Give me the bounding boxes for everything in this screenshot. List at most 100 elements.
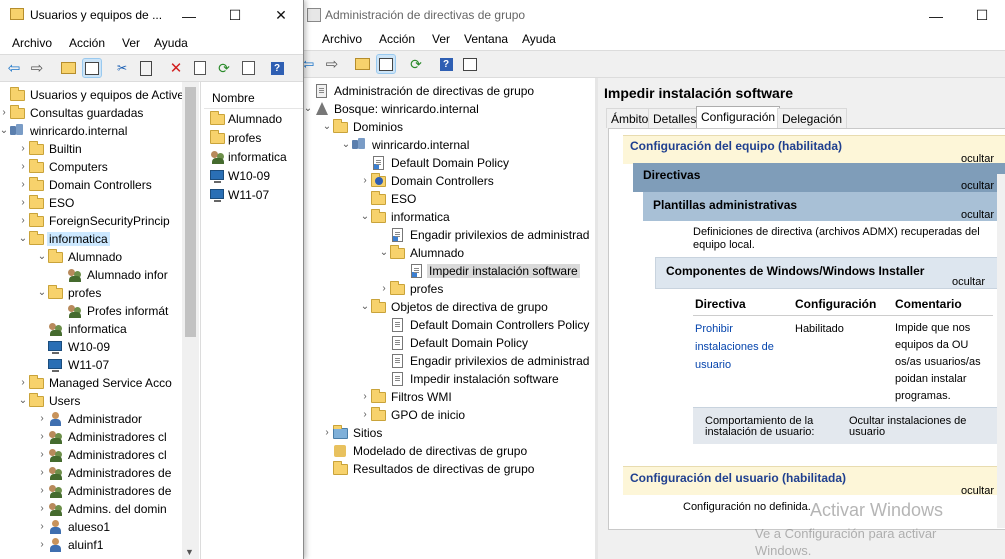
collapsed-chevron-icon[interactable]: › [17, 196, 29, 210]
forward-arrow-icon[interactable]: ⇨ [28, 59, 46, 77]
gpmc-node-gpo-objects[interactable]: ⌄ Objetos de directiva de grupo [297, 298, 595, 316]
hide-link-component[interactable]: ocultar [952, 276, 985, 288]
expanded-chevron-icon[interactable]: ⌄ [17, 394, 29, 408]
gpmc-menu-ver[interactable]: Ver [432, 32, 450, 46]
tab-delegacion[interactable]: Delegación [777, 108, 848, 128]
collapsed-chevron-icon[interactable]: › [17, 160, 29, 174]
tree-node-foreign-security[interactable]: › ForeignSecurityPrincip [0, 212, 182, 230]
up-folder-icon[interactable] [353, 55, 371, 73]
help-icon[interactable]: ? [437, 55, 455, 73]
gpmc-node-wmi[interactable]: › Filtros WMI [297, 388, 595, 406]
tree-node-managed-service[interactable]: › Managed Service Acco [0, 374, 182, 392]
tree-node-informatica-group[interactable]: informatica [0, 320, 182, 338]
policy-link[interactable]: Prohibir instalaciones de usuario [695, 320, 785, 374]
list-item-alumnado[interactable]: Alumnado [204, 110, 303, 128]
gpmc-menu-accion[interactable]: Acción [379, 32, 415, 46]
tree-node-eso[interactable]: › ESO [0, 194, 182, 212]
collapsed-chevron-icon[interactable]: › [378, 282, 390, 296]
tab-ambito[interactable]: Ámbito [606, 108, 654, 128]
gpmc-node-alumnado[interactable]: ⌄ Alumnado [297, 244, 595, 262]
tree-node-informatica[interactable]: ⌄ informatica [0, 230, 182, 248]
aduc-maximize-icon[interactable]: ☐ [212, 0, 258, 31]
gpmc-node-default-domain-policy-link[interactable]: Default Domain Policy [297, 154, 595, 172]
tree-node-alumnado[interactable]: ⌄ Alumnado [0, 248, 182, 266]
back-arrow-icon[interactable]: ⇦ [5, 59, 23, 77]
tree-node-aduc-root[interactable]: Usuarios y equipos de Active D [0, 86, 196, 104]
collapsed-chevron-icon[interactable]: › [17, 178, 29, 192]
gpmc-menu-archivo[interactable]: Archivo [322, 32, 362, 46]
expanded-chevron-icon[interactable]: ⌄ [36, 286, 48, 300]
collapsed-chevron-icon[interactable]: › [359, 390, 371, 404]
tree-node-domain-admins[interactable]: › Admins. del domin [0, 500, 182, 518]
delete-icon[interactable]: ✕ [167, 59, 185, 77]
aduc-close-icon[interactable]: ✕ [258, 0, 303, 31]
scroll-down-icon[interactable]: ▼ [185, 547, 194, 557]
tab-detalles[interactable]: Detalles [648, 108, 702, 128]
gpmc-node-engadir[interactable]: Engadir privilexios de administrad [297, 352, 595, 370]
clipboard-icon[interactable] [137, 59, 155, 77]
expanded-chevron-icon[interactable]: ⌄ [340, 138, 352, 152]
expanded-chevron-icon[interactable]: ⌄ [378, 246, 390, 260]
collapsed-chevron-icon[interactable]: › [17, 376, 29, 390]
expanded-chevron-icon[interactable]: ⌄ [321, 120, 333, 134]
collapsed-chevron-icon[interactable]: › [0, 106, 10, 120]
refresh-icon[interactable]: ⟳ [215, 59, 233, 77]
collapsed-chevron-icon[interactable]: › [36, 538, 48, 552]
expanded-chevron-icon[interactable]: ⌄ [17, 232, 29, 246]
gpmc-node-starter[interactable]: › GPO de inicio [297, 406, 595, 424]
hide-link-user[interactable]: ocultar [961, 485, 994, 497]
gpmc-node-impedir-link[interactable]: Impedir instalación software [297, 262, 595, 280]
gpmc-node-engadir-link[interactable]: Engadir privilexios de administrad [297, 226, 595, 244]
tab-configuracion[interactable]: Configuración [696, 106, 781, 129]
aduc-menu-ayuda[interactable]: Ayuda [154, 36, 188, 50]
aduc-menu-ver[interactable]: Ver [122, 36, 140, 50]
gpmc-node-modeling[interactable]: Modelado de directivas de grupo [297, 442, 595, 460]
gpmc-node-domain[interactable]: ⌄ winricardo.internal [297, 136, 595, 154]
detail-scrollbar-v[interactable] [997, 174, 1005, 528]
tree-node-aluinf1[interactable]: › aluinf1 [0, 536, 182, 554]
export-icon[interactable] [239, 59, 257, 77]
gpmc-node-eso[interactable]: ESO [297, 190, 595, 208]
gpmc-node-sites[interactable]: › Sitios [297, 424, 595, 442]
collapsed-chevron-icon[interactable]: › [36, 430, 48, 444]
tree-node-alueso1[interactable]: › alueso1 [0, 518, 182, 536]
expanded-chevron-icon[interactable]: ⌄ [36, 250, 48, 264]
hide-link-directivas[interactable]: ocultar [961, 180, 994, 192]
tree-node-builtin[interactable]: › Builtin [0, 140, 182, 158]
collapsed-chevron-icon[interactable]: › [17, 142, 29, 156]
tree-node-saved-queries[interactable]: › Consultas guardadas [0, 104, 182, 122]
collapsed-chevron-icon[interactable]: › [36, 412, 48, 426]
gpmc-node-results[interactable]: Resultados de directivas de grupo [297, 460, 595, 478]
tree-node-profes-group[interactable]: Profes informát [0, 302, 182, 320]
collapsed-chevron-icon[interactable]: › [321, 426, 333, 440]
list-item-informatica[interactable]: informatica [204, 148, 303, 166]
tree-node-admins-cl-2[interactable]: › Administradores cl [0, 446, 182, 464]
collapsed-chevron-icon[interactable]: › [36, 466, 48, 480]
collapsed-chevron-icon[interactable]: › [36, 448, 48, 462]
aduc-tree-scroll-thumb[interactable] [185, 87, 196, 337]
aduc-minimize-icon[interactable]: — [166, 0, 212, 31]
cut-icon[interactable]: ✂ [113, 59, 131, 77]
list-item-w10-09[interactable]: W10-09 [204, 167, 303, 185]
aduc-tree-scrollbar[interactable]: ▼ [182, 82, 199, 559]
tree-node-domain-controllers[interactable]: › Domain Controllers [0, 176, 182, 194]
tree-node-w11-07[interactable]: W11-07 [0, 356, 182, 374]
gpmc-node-ddcp[interactable]: Default Domain Controllers Policy [297, 316, 595, 334]
help-icon[interactable]: ? [268, 59, 286, 77]
gpmc-node-root[interactable]: Administración de directivas de grupo [297, 82, 595, 100]
forward-arrow-icon[interactable]: ⇨ [323, 55, 341, 73]
gpmc-node-impedir[interactable]: Impedir instalación software [297, 370, 595, 388]
list-item-profes[interactable]: profes [204, 129, 303, 147]
expanded-chevron-icon[interactable]: ⌄ [0, 124, 10, 138]
collapsed-chevron-icon[interactable]: › [36, 484, 48, 498]
gpmc-node-domain-controllers[interactable]: › Domain Controllers [297, 172, 595, 190]
tree-node-users[interactable]: ⌄ Users [0, 392, 182, 410]
collapsed-chevron-icon[interactable]: › [17, 214, 29, 228]
show-tree-icon[interactable] [82, 58, 102, 78]
tree-node-admins-cl-1[interactable]: › Administradores cl [0, 428, 182, 446]
tree-node-domain[interactable]: ⌄ winricardo.internal [0, 122, 182, 140]
tree-node-w10-09[interactable]: W10-09 [0, 338, 182, 356]
collapsed-chevron-icon[interactable]: › [359, 174, 371, 188]
list-header-nombre[interactable]: Nombre [212, 91, 255, 105]
up-folder-icon[interactable] [59, 59, 77, 77]
